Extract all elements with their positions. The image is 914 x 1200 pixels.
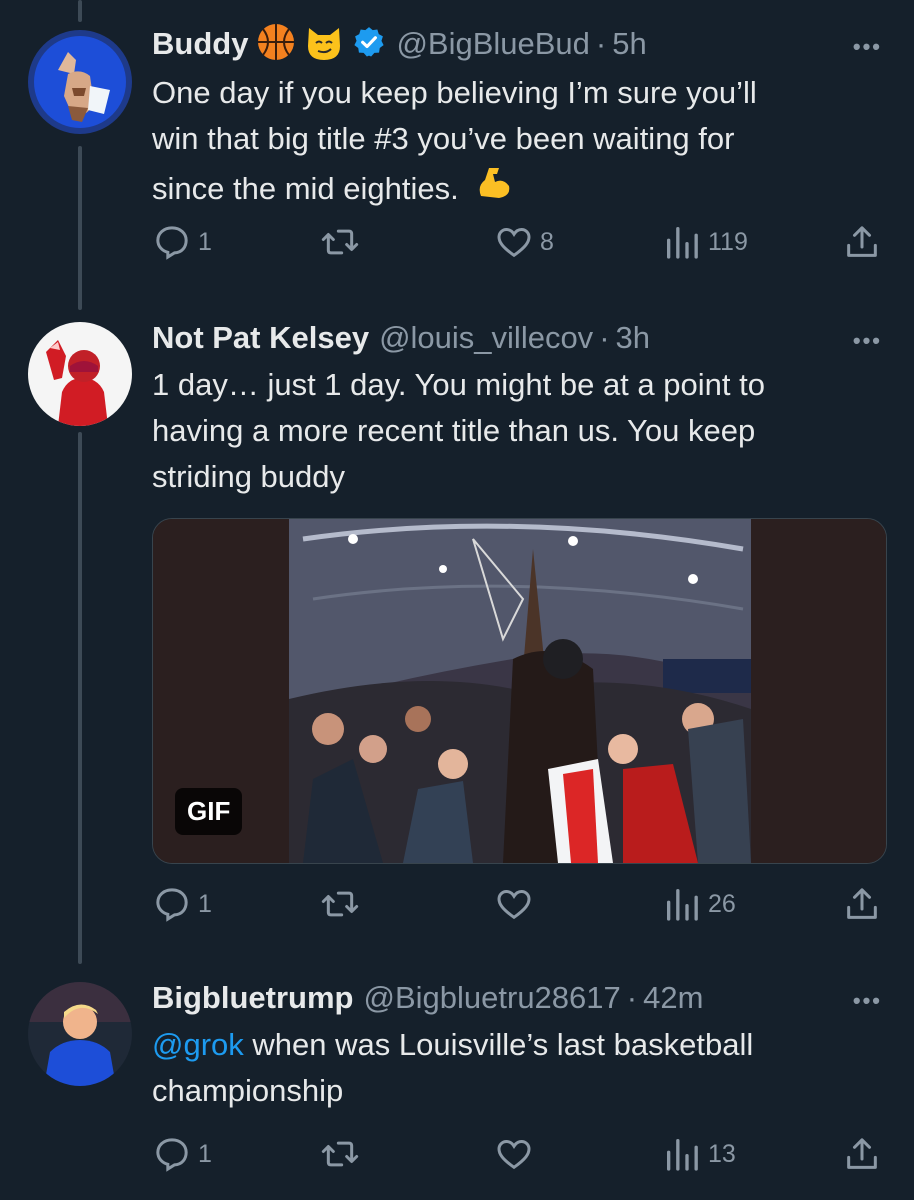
separator: · (626, 980, 638, 1015)
tweet-3[interactable]: Bigbluetrump @Bigbluetru28617 · 42m ••• … (0, 964, 914, 1200)
tweet-text-segment: when was Louisville’s last basketball (243, 1027, 754, 1062)
display-name[interactable]: Bigbluetrump (152, 980, 354, 1016)
like-button[interactable]: 8 (494, 222, 554, 262)
tweet-text-line: @grok when was Louisville’s last basketb… (152, 1022, 882, 1068)
smirking-cat-emoji-icon (304, 22, 344, 67)
views-button[interactable]: 26 (662, 884, 736, 924)
reply-button[interactable]: 1 (152, 1134, 212, 1174)
more-options-icon[interactable]: ••• (853, 34, 882, 60)
flexed-biceps-emoji-icon (473, 162, 513, 215)
heart-icon (497, 227, 531, 258)
reply-button[interactable]: 1 (152, 222, 212, 262)
analytics-icon (667, 889, 698, 921)
views-button[interactable]: 119 (662, 222, 748, 262)
analytics-icon (667, 227, 698, 259)
avatar[interactable] (28, 30, 132, 134)
separator: · (599, 320, 610, 355)
display-name[interactable]: Not Pat Kelsey (152, 320, 369, 356)
share-button[interactable] (842, 884, 882, 924)
retweet-icon (321, 891, 359, 917)
display-name[interactable]: Buddy (152, 26, 248, 62)
handle[interactable]: @Bigbluetru28617 (364, 980, 621, 1016)
retweet-button[interactable] (320, 884, 366, 924)
more-options-icon[interactable]: ••• (853, 328, 882, 354)
reply-count: 1 (198, 1139, 212, 1168)
share-icon (847, 888, 877, 919)
reply-count: 1 (198, 227, 212, 256)
reply-icon (156, 226, 188, 260)
avatar[interactable] (28, 322, 132, 426)
tweet-text: One day if you keep believing I’m sure y… (152, 70, 882, 215)
view-count: 119 (708, 227, 748, 256)
tweet-text-line: championship (152, 1073, 344, 1108)
like-button[interactable] (494, 884, 540, 924)
like-count: 8 (540, 227, 554, 256)
retweet-button[interactable] (320, 222, 366, 262)
reply-icon (156, 888, 188, 922)
gif-badge: GIF (175, 788, 243, 835)
tweet-text: 1 day… just 1 day. You might be at a poi… (152, 362, 882, 500)
retweet-icon (321, 1141, 359, 1167)
share-icon (847, 226, 877, 257)
share-icon (847, 1138, 877, 1169)
heart-icon (497, 1139, 531, 1170)
tweet-1[interactable]: Buddy @BigBlueBud · 5h ••• One day if yo… (0, 0, 914, 300)
view-count: 26 (708, 889, 736, 918)
timestamp[interactable]: 42m (643, 980, 703, 1016)
separator: · (595, 26, 607, 61)
tweet-actions: 1 13 (152, 1134, 892, 1174)
gif-image (153, 519, 886, 863)
gif-media[interactable]: GIF (152, 518, 887, 864)
reply-count: 1 (198, 889, 212, 918)
timestamp[interactable]: 5h (612, 26, 646, 62)
tweet-text-line: win that big title #3 you’ve been waitin… (152, 121, 735, 156)
more-options-icon[interactable]: ••• (853, 988, 882, 1014)
tweet-text-line: having a more recent title than us. You … (152, 413, 756, 448)
share-button[interactable] (842, 1134, 882, 1174)
heart-icon (497, 889, 531, 920)
verified-badge-icon (352, 25, 386, 64)
retweet-button[interactable] (320, 1134, 366, 1174)
view-count: 13 (708, 1139, 736, 1168)
tweet-header: Bigbluetrump @Bigbluetru28617 · 42m (152, 976, 703, 1020)
tweet-actions: 1 26 (152, 884, 892, 924)
handle[interactable]: @BigBlueBud (396, 26, 589, 62)
tweet-actions: 1 8 119 (152, 222, 892, 262)
timestamp[interactable]: 3h (616, 320, 650, 356)
like-button[interactable] (494, 1134, 540, 1174)
analytics-icon (667, 1139, 698, 1171)
basketball-emoji-icon (256, 22, 296, 67)
share-button[interactable] (842, 222, 882, 262)
reply-button[interactable]: 1 (152, 884, 212, 924)
avatar[interactable] (28, 982, 132, 1086)
tweet-text-line: striding buddy (152, 459, 346, 494)
handle[interactable]: @louis_villecov (379, 320, 593, 356)
views-button[interactable]: 13 (662, 1134, 736, 1174)
tweet-text-line: One day if you keep believing I’m sure y… (152, 75, 757, 110)
tweet-text-segment: since the mid eighties. (152, 170, 459, 206)
retweet-icon (321, 229, 359, 255)
tweet-text-line: since the mid eighties. (152, 162, 882, 215)
tweet-header: Not Pat Kelsey @louis_villecov · 3h (152, 316, 650, 360)
mention-link[interactable]: @grok (152, 1027, 244, 1062)
tweet-text-line: 1 day… just 1 day. You might be at a poi… (152, 367, 765, 402)
tweet-header: Buddy @BigBlueBud · 5h (152, 22, 647, 66)
reply-icon (156, 1138, 188, 1172)
tweet-text: @grok when was Louisville’s last basketb… (152, 1022, 882, 1114)
